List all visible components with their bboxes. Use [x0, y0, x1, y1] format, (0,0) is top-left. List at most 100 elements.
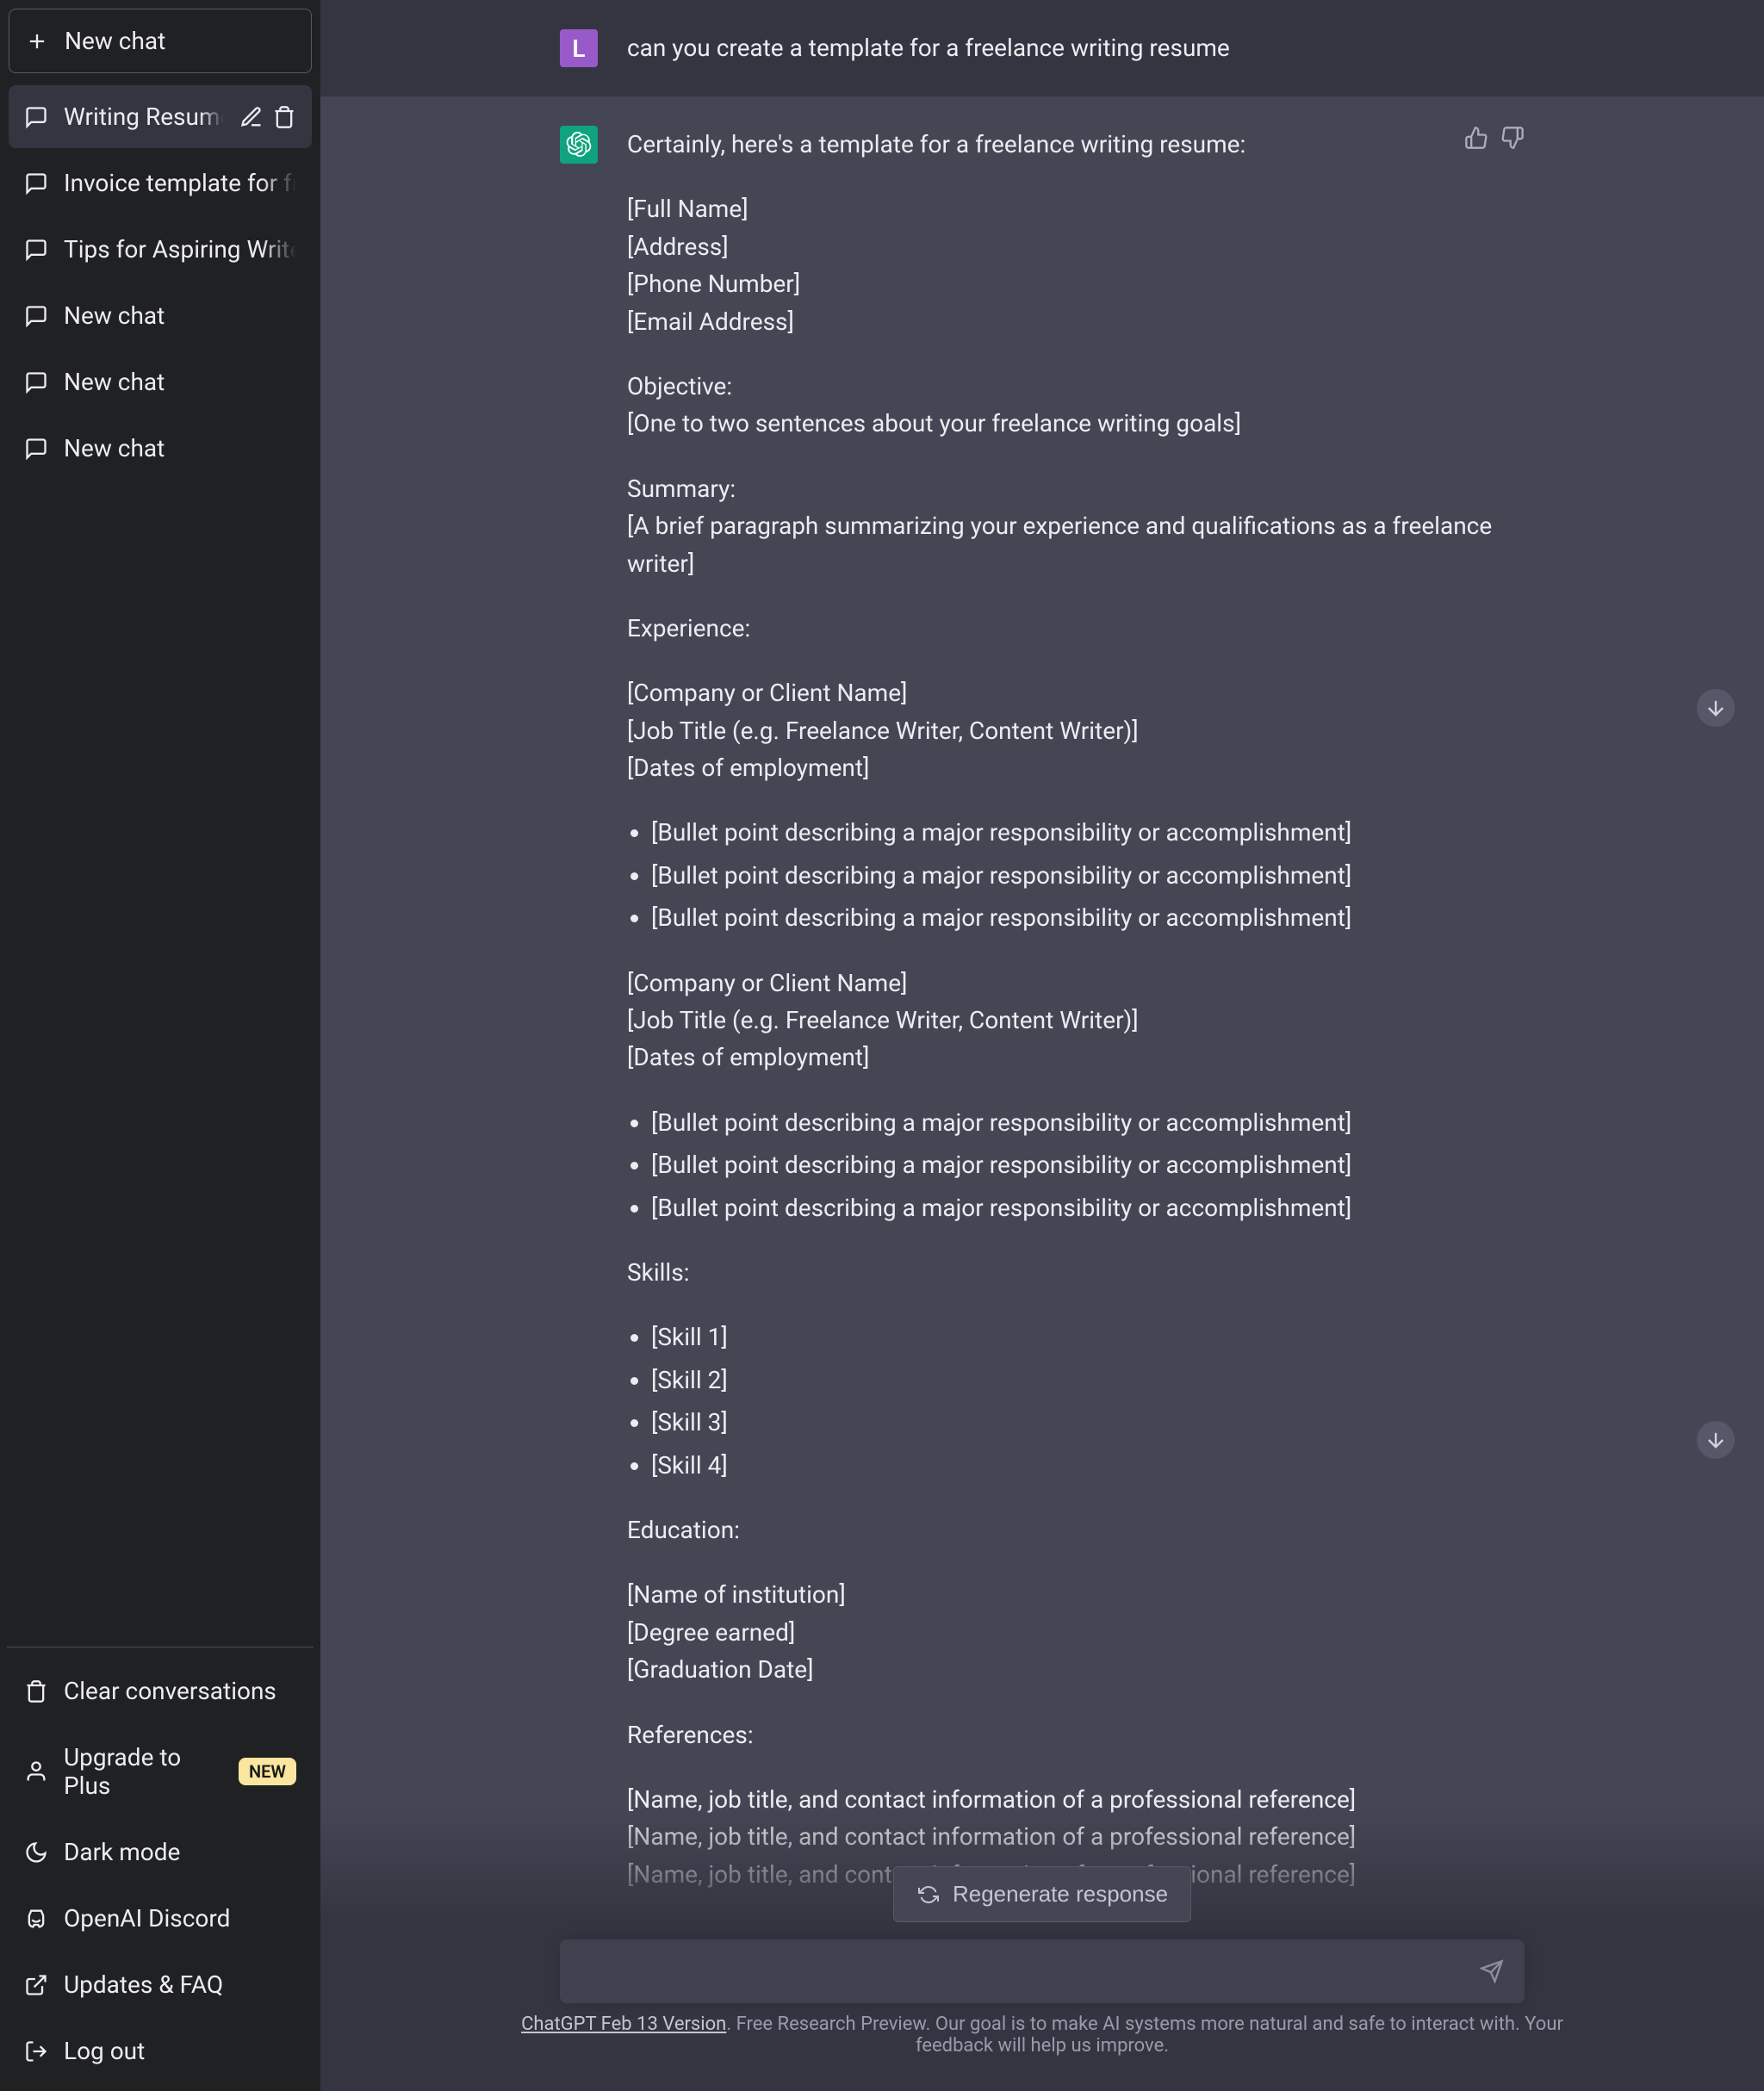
experience-heading: Experience: [627, 610, 1525, 647]
edu-date: [Graduation Date] [627, 1651, 1525, 1688]
message-input[interactable] [581, 1957, 1480, 1986]
upgrade-label: Upgrade to Plus [64, 1743, 223, 1800]
chat-item-label: Writing Resume Templ [64, 102, 224, 131]
objective-heading: Objective: [627, 368, 1525, 405]
skill-item: [Skill 1] [651, 1319, 1525, 1356]
refresh-icon [916, 1884, 941, 1905]
trash-icon [24, 1679, 48, 1703]
references-heading: References: [627, 1716, 1525, 1753]
exp-bullet: [Bullet point describing a major respons… [651, 814, 1525, 851]
exp-company: [Company or Client Name] [627, 674, 1525, 711]
user-icon [24, 1759, 48, 1784]
moon-icon [24, 1840, 48, 1865]
exp-company: [Company or Client Name] [627, 965, 1525, 1002]
skill-item: [Skill 2] [651, 1362, 1525, 1399]
updates-button[interactable]: Updates & FAQ [9, 1953, 312, 2016]
chat-item-label: New chat [64, 301, 296, 330]
resume-name: [Full Name] [627, 190, 1525, 227]
bottom-bar: Regenerate response ChatGPT Feb 13 Versi… [320, 1806, 1764, 2091]
arrow-down-icon [1704, 696, 1728, 720]
chat-list: Writing Resume Templ Invoice template fo… [9, 85, 312, 1635]
assistant-avatar [560, 126, 598, 164]
chat-item[interactable]: New chat [9, 284, 312, 347]
exp-bullet: [Bullet point describing a major respons… [651, 1104, 1525, 1141]
assistant-text: Certainly, here's a template for a freel… [627, 126, 1525, 2032]
message-input-box[interactable] [560, 1939, 1525, 2003]
user-message: L can you create a template for a freela… [320, 0, 1764, 96]
chat-item[interactable]: New chat [9, 351, 312, 413]
thumbs-up-icon[interactable] [1464, 126, 1488, 150]
skill-item: [Skill 4] [651, 1447, 1525, 1484]
dark-label: Dark mode [64, 1838, 180, 1866]
exp-dates: [Dates of employment] [627, 1039, 1525, 1076]
trash-icon[interactable] [272, 105, 296, 129]
exp-title: [Job Title (e.g. Freelance Writer, Conte… [627, 712, 1525, 749]
new-chat-button[interactable]: New chat [9, 9, 312, 73]
edit-icon[interactable] [239, 105, 264, 129]
disclaimer: ChatGPT Feb 13 Version. Free Research Pr… [500, 2013, 1585, 2057]
arrow-down-icon [1704, 1428, 1728, 1452]
scroll-down-button[interactable] [1697, 689, 1735, 727]
user-avatar: L [560, 29, 598, 67]
new-badge: NEW [239, 1758, 296, 1785]
chat-icon [24, 171, 48, 195]
discord-button[interactable]: OpenAI Discord [9, 1887, 312, 1950]
clear-conversations-button[interactable]: Clear conversations [9, 1660, 312, 1722]
new-chat-label: New chat [65, 27, 165, 55]
chat-icon [24, 238, 48, 262]
chat-item-label: Invoice template for freelance [64, 169, 296, 197]
thumbs-down-icon[interactable] [1500, 126, 1525, 150]
disclaimer-text: . Free Research Preview. Our goal is to … [726, 2013, 1563, 2057]
feedback-buttons [1464, 126, 1525, 150]
dark-mode-button[interactable]: Dark mode [9, 1821, 312, 1883]
edu-institution: [Name of institution] [627, 1576, 1525, 1613]
exp-title: [Job Title (e.g. Freelance Writer, Conte… [627, 1002, 1525, 1039]
chat-item[interactable]: Tips for Aspiring Writers [9, 218, 312, 281]
exp-dates: [Dates of employment] [627, 749, 1525, 786]
resume-address: [Address] [627, 228, 1525, 265]
skills-heading: Skills: [627, 1254, 1525, 1291]
exp-bullet: [Bullet point describing a major respons… [651, 1189, 1525, 1226]
edu-degree: [Degree earned] [627, 1614, 1525, 1651]
sidebar: New chat Writing Resume Templ Invoice te… [0, 0, 320, 2091]
objective-text: [One to two sentences about your freelan… [627, 405, 1525, 442]
openai-icon [566, 132, 592, 158]
scroll-down-button[interactable] [1697, 1421, 1735, 1459]
chat-icon [24, 105, 48, 129]
chat-item-label: Tips for Aspiring Writers [64, 235, 296, 264]
version-link[interactable]: ChatGPT Feb 13 Version [521, 2013, 726, 2035]
user-text: can you create a template for a freelanc… [627, 29, 1525, 67]
exp-bullets: [Bullet point describing a major respons… [627, 814, 1525, 936]
chat-icon [24, 370, 48, 394]
regenerate-button[interactable]: Regenerate response [893, 1866, 1191, 1922]
chat-icon [24, 437, 48, 461]
main-area: L can you create a template for a freela… [320, 0, 1764, 2091]
chat-item-active[interactable]: Writing Resume Templ [9, 85, 312, 148]
chat-item-label: New chat [64, 368, 296, 396]
discord-label: OpenAI Discord [64, 1904, 230, 1933]
resume-email: [Email Address] [627, 303, 1525, 340]
chat-icon [24, 304, 48, 328]
summary-text: [A brief paragraph summarizing your expe… [627, 507, 1525, 582]
logout-label: Log out [64, 2037, 145, 2065]
logout-icon [24, 2039, 48, 2063]
send-icon[interactable] [1480, 1959, 1504, 1983]
skills-list: [Skill 1] [Skill 2] [Skill 3] [Skill 4] [627, 1319, 1525, 1484]
assistant-message: Certainly, here's a template for a freel… [320, 96, 1764, 2062]
clear-label: Clear conversations [64, 1677, 276, 1705]
chat-item[interactable]: New chat [9, 417, 312, 480]
chat-item[interactable]: Invoice template for freelance [9, 152, 312, 214]
regenerate-label: Regenerate response [953, 1881, 1168, 1908]
logout-button[interactable]: Log out [9, 2020, 312, 2082]
upgrade-button[interactable]: Upgrade to Plus NEW [9, 1726, 312, 1817]
exp-bullet: [Bullet point describing a major respons… [651, 1146, 1525, 1183]
exp-bullets: [Bullet point describing a major respons… [627, 1104, 1525, 1226]
resume-phone: [Phone Number] [627, 265, 1525, 302]
updates-label: Updates & FAQ [64, 1970, 223, 1999]
skill-item: [Skill 3] [651, 1404, 1525, 1441]
summary-heading: Summary: [627, 470, 1525, 507]
exp-bullet: [Bullet point describing a major respons… [651, 899, 1525, 936]
assistant-intro: Certainly, here's a template for a freel… [627, 126, 1525, 163]
plus-icon [25, 29, 49, 53]
conversation-thread: L can you create a template for a freela… [320, 0, 1764, 2091]
